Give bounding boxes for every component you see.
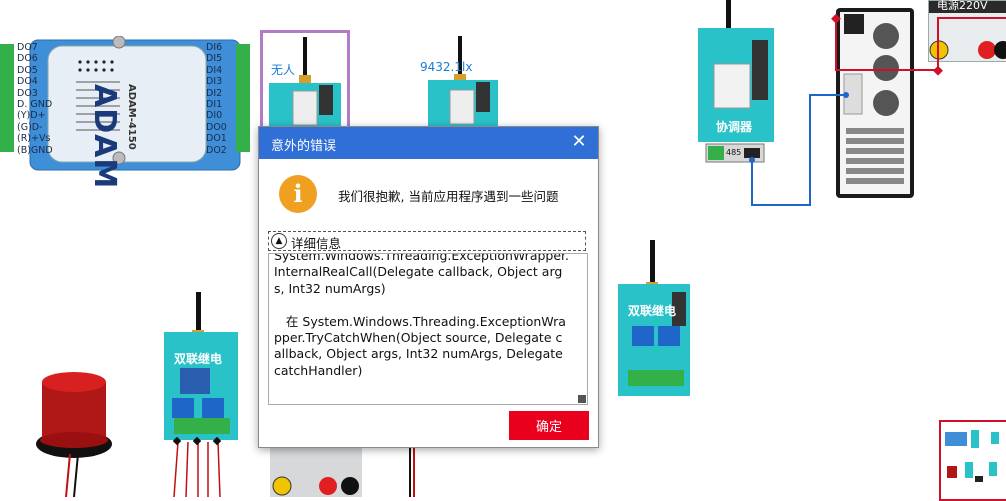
adam-pin-label: D. GND — [17, 99, 53, 110]
error-dialog: 意外的错误 ✕ i 我们很抱歉, 当前应用程序遇到一些问题 ▲ 详细信息 Sys… — [258, 126, 599, 448]
adam-brand: ADAM — [87, 84, 122, 190]
minimap-graphic — [945, 430, 999, 482]
adam-pin-label: DO4 — [17, 76, 38, 88]
dialog-title: 意外的错误 — [271, 139, 337, 154]
relay-graphic — [164, 292, 238, 497]
adam-model: ADAM-4150 — [126, 84, 137, 150]
alarm-light-graphic — [36, 372, 112, 497]
node2-label: 9432.1lx — [420, 60, 473, 74]
adam-pin-label: (Y)D+ — [17, 110, 46, 122]
dual-relay-2[interactable]: 双联继电 — [618, 240, 696, 400]
adam-pin-label: DO7 — [17, 42, 38, 53]
adam-pin-label: DO5 — [17, 64, 38, 76]
connection-lines — [749, 13, 1006, 206]
info-icon: i — [279, 175, 317, 213]
details-label: 详细信息 — [291, 236, 342, 251]
canvas-minimap[interactable] — [939, 420, 1006, 501]
adam-pin-label: DO6 — [17, 53, 38, 65]
adam-pin-label: DI0 — [206, 110, 223, 122]
adam-pin-label: DO3 — [17, 87, 38, 99]
adam-pin-label: DO2 — [206, 144, 227, 156]
adam-pin-label: (B)GND — [17, 144, 53, 156]
error-message: 我们很抱歉, 当前应用程序遇到一些问题 — [338, 189, 559, 204]
chevron-up-icon[interactable]: ▲ — [271, 233, 287, 249]
adam-pin-label: DI1 — [206, 99, 223, 110]
adam-pin-label: DI4 — [206, 64, 223, 76]
node1-label: 无人 — [271, 63, 296, 77]
relay2-label: 双联继电 — [628, 304, 677, 318]
close-icon[interactable]: ✕ — [568, 131, 590, 153]
relay-graphic — [618, 240, 690, 396]
dual-relay-1[interactable]: 双联继电 — [164, 292, 242, 497]
details-text: System.Windows.Threading.ExceptionWrappe… — [274, 253, 570, 378]
adam-pin-label: DO1 — [206, 133, 227, 145]
dialog-header: 意外的错误 ✕ — [259, 127, 598, 159]
adam-pin-label: (R)+Vs — [17, 133, 51, 145]
terminal-strip-graphic — [272, 476, 359, 496]
adam-pin-label: (G)D- — [17, 121, 43, 133]
bottom-wire — [409, 446, 415, 497]
adam-pin-label: DI6 — [206, 42, 223, 53]
adam-pin-label: DI5 — [206, 53, 223, 65]
coordinator-port-label: 485 — [726, 148, 742, 157]
adam-pin-label: DI3 — [206, 76, 223, 88]
details-expander[interactable]: ▲ 详细信息 — [268, 231, 586, 251]
details-textbox[interactable]: System.Windows.Threading.ExceptionWrappe… — [268, 253, 588, 405]
ok-button[interactable]: 确定 — [509, 411, 589, 440]
relay1-label: 双联继电 — [174, 352, 223, 366]
resize-grip[interactable] — [578, 395, 586, 403]
alarm-light[interactable] — [34, 368, 124, 497]
adam-pin-label: DO0 — [206, 121, 227, 133]
adam-pin-label: DI2 — [206, 87, 223, 99]
adam-4150-module[interactable]: ADAM ADAM-4150 DO7 DO6 DO5 DO4 DO3 D. GND (Y)D… — [0, 36, 250, 189]
terminal-strip — [270, 446, 362, 497]
